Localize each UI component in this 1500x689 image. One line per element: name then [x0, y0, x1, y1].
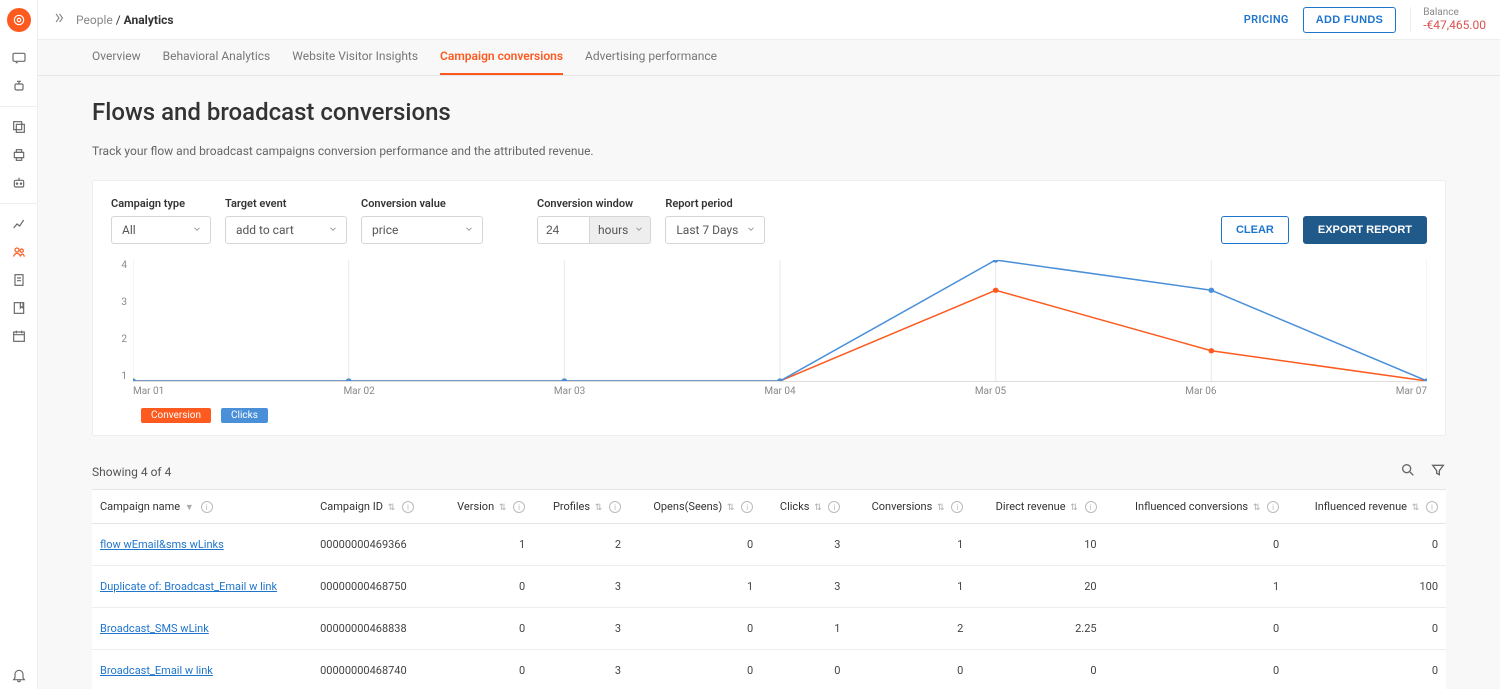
col-direct-revenue[interactable]: Direct revenue ⇅ i [971, 490, 1104, 524]
export-report-button[interactable]: EXPORT REPORT [1303, 216, 1427, 244]
table-row: Broadcast_SMS wLink00000000468838030122.… [92, 608, 1446, 650]
campaign-name-cell: flow wEmail&sms wLinks [92, 524, 312, 566]
expand-sidebar-icon[interactable] [52, 11, 66, 28]
conversion-window-input[interactable] [537, 216, 589, 244]
legend-clicks[interactable]: Clicks [221, 408, 268, 423]
nav-automation-icon[interactable] [0, 72, 38, 100]
col-influenced-conversions[interactable]: Influenced conversions ⇅ i [1105, 490, 1288, 524]
balance-value: -€47,465.00 [1423, 18, 1486, 32]
conversion-value-select[interactable]: price [361, 216, 483, 244]
campaign-link[interactable]: flow wEmail&sms wLinks [100, 538, 224, 551]
brand-logo[interactable] [7, 8, 31, 32]
nav-layers-icon[interactable] [0, 113, 38, 141]
breadcrumb-current: Analytics [124, 13, 174, 27]
nav-notifications-icon[interactable] [0, 661, 38, 689]
balance-display: Balance -€47,465.00 [1410, 7, 1486, 32]
chevron-down-icon [328, 223, 338, 237]
tabs: Overview Behavioral Analytics Website Visi… [38, 40, 1500, 76]
table-row: flow wEmail&sms wLinks000000004693661203… [92, 524, 1446, 566]
nav-people-icon[interactable] [0, 238, 38, 266]
campaign-link[interactable]: Broadcast_Email w link [100, 664, 213, 677]
nav-docs-icon[interactable] [0, 266, 38, 294]
campaign-name-cell: Duplicate of: Broadcast_Email w link [92, 566, 312, 608]
filter-label: Campaign type [111, 197, 211, 210]
page-subtitle: Track your flow and broadcast campaigns … [92, 144, 1446, 158]
tab-campaign-conversions[interactable]: Campaign conversions [440, 49, 563, 75]
sidebar [0, 0, 38, 689]
col-clicks[interactable]: Clicks ⇅ i [761, 490, 848, 524]
tab-overview[interactable]: Overview [92, 49, 141, 75]
breadcrumb: People / Analytics [76, 13, 174, 27]
conversions-chart: 4321 Mar 01Mar 02Mar 03Mar 04Mar 05Mar 0… [111, 260, 1427, 400]
chevron-down-icon [634, 223, 644, 237]
chart-panel: Campaign type All Target event add to ca… [92, 180, 1446, 436]
legend-conversion[interactable]: Conversion [141, 408, 211, 423]
nav-print-icon[interactable] [0, 141, 38, 169]
info-icon[interactable]: i [201, 501, 213, 513]
page-title: Flows and broadcast conversions [92, 98, 1446, 126]
info-icon[interactable]: i [1267, 501, 1279, 513]
info-icon[interactable]: i [828, 501, 840, 513]
add-funds-button[interactable]: ADD FUNDS [1303, 7, 1396, 33]
info-icon[interactable]: i [1426, 501, 1438, 513]
col-campaign-id[interactable]: Campaign ID ⇅ i [312, 490, 437, 524]
breadcrumb-parent[interactable]: People [76, 13, 113, 27]
info-icon[interactable]: i [609, 501, 621, 513]
clear-button[interactable]: CLEAR [1221, 216, 1289, 244]
info-icon[interactable]: i [402, 501, 414, 513]
info-icon[interactable]: i [951, 501, 963, 513]
table-row: Duplicate of: Broadcast_Email w link0000… [92, 566, 1446, 608]
chevron-down-icon [192, 223, 202, 237]
pricing-link[interactable]: PRICING [1244, 13, 1289, 26]
tab-advertising-performance[interactable]: Advertising performance [585, 49, 717, 75]
chevron-down-icon [746, 223, 756, 237]
campaign-link[interactable]: Duplicate of: Broadcast_Email w link [100, 580, 277, 593]
search-icon[interactable] [1400, 462, 1416, 481]
report-period-select[interactable]: Last 7 Days [665, 216, 765, 244]
col-conversions[interactable]: Conversions ⇅ i [848, 490, 971, 524]
nav-calendar-icon[interactable] [0, 322, 38, 350]
filter-label: Conversion value [361, 197, 483, 210]
filter-label: Report period [665, 197, 765, 210]
topbar: People / Analytics PRICING ADD FUNDS Bal… [38, 0, 1500, 40]
filter-icon[interactable] [1430, 462, 1446, 481]
tab-behavioral-analytics[interactable]: Behavioral Analytics [163, 49, 271, 75]
col-version[interactable]: Version ⇅ i [437, 490, 533, 524]
nav-messaging-icon[interactable] [0, 44, 38, 72]
campaign-type-select[interactable]: All [111, 216, 211, 244]
chevron-down-icon [464, 223, 474, 237]
campaign-link[interactable]: Broadcast_SMS wLink [100, 622, 209, 635]
col-profiles[interactable]: Profiles ⇅ i [533, 490, 629, 524]
info-icon[interactable]: i [741, 501, 753, 513]
conversion-window-unit-select[interactable]: hours [589, 216, 651, 244]
campaigns-table: Campaign name ▼ iCampaign ID ⇅ iVersion … [92, 489, 1446, 689]
campaign-name-cell: Broadcast_SMS wLink [92, 608, 312, 650]
nav-bookmark-icon[interactable] [0, 294, 38, 322]
nav-bot-icon[interactable] [0, 169, 38, 197]
target-event-select[interactable]: add to cart [225, 216, 347, 244]
info-icon[interactable]: i [1085, 501, 1097, 513]
balance-label: Balance [1423, 7, 1486, 18]
col-opens-seens-[interactable]: Opens(Seens) ⇅ i [629, 490, 761, 524]
nav-trends-icon[interactable] [0, 210, 38, 238]
showing-count: Showing 4 of 4 [92, 465, 171, 479]
col-influenced-revenue[interactable]: Influenced revenue ⇅ i [1287, 490, 1446, 524]
table-row: Broadcast_Email w link000000004687400300… [92, 650, 1446, 689]
filter-label: Conversion window [537, 197, 651, 210]
campaign-name-cell: Broadcast_Email w link [92, 650, 312, 689]
filter-label: Target event [225, 197, 347, 210]
tab-website-visitor-insights[interactable]: Website Visitor Insights [292, 49, 418, 75]
col-campaign-name[interactable]: Campaign name ▼ i [92, 490, 312, 524]
info-icon[interactable]: i [513, 501, 525, 513]
